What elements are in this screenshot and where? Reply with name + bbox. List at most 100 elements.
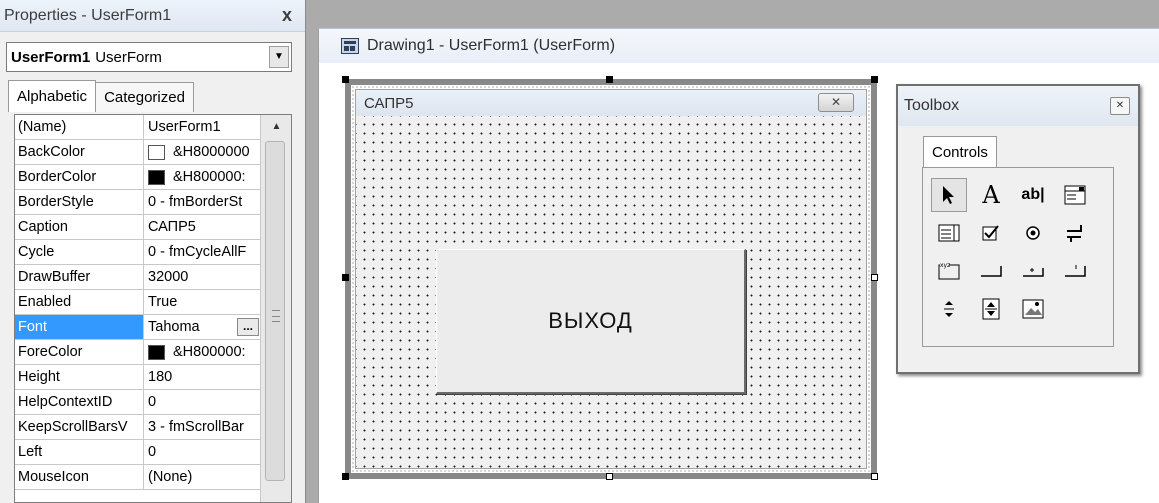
property-value-text: Tahoma — [148, 319, 200, 335]
property-row[interactable]: (Name) UserForm1 — [15, 115, 291, 140]
property-value[interactable]: Tahoma ... — [144, 315, 259, 339]
property-name: Height — [15, 365, 144, 389]
resize-handle[interactable] — [606, 473, 613, 480]
optionbutton-tool-icon[interactable] — [1015, 216, 1051, 250]
textbox-tool-icon[interactable]: ab| — [1015, 178, 1051, 212]
color-swatch-black — [148, 169, 165, 185]
frame-tool-icon[interactable]: xyz — [931, 254, 967, 288]
property-value[interactable]: &H800000: — [144, 340, 259, 364]
userform-canvas[interactable]: ВЫХОД — [356, 116, 866, 468]
tool-grid: A ab| xyz — [931, 178, 1099, 330]
property-row[interactable]: BorderStyle 0 - fmBorderSt — [15, 190, 291, 215]
tab-controls[interactable]: Controls — [923, 136, 997, 168]
label-tool-icon[interactable]: A — [973, 178, 1009, 212]
scroll-up-arrow-icon[interactable]: ▲ — [261, 115, 291, 139]
property-value[interactable]: 0 — [144, 390, 259, 414]
property-name: DrawBuffer — [15, 265, 144, 289]
property-row[interactable]: MouseIcon (None) — [15, 465, 291, 490]
property-name: MouseIcon — [15, 465, 144, 489]
resize-handle[interactable] — [606, 76, 613, 83]
resize-handle[interactable] — [342, 274, 349, 281]
toolbox-title: Toolbox — [904, 97, 960, 114]
font-ellipsis-button[interactable]: ... — [237, 318, 259, 336]
property-row[interactable]: HelpContextID 0 — [15, 390, 291, 415]
togglebutton-tool-icon[interactable] — [1057, 216, 1093, 250]
scrollbar-tool-icon[interactable] — [931, 292, 967, 326]
property-value[interactable]: &H8000000 — [144, 140, 259, 164]
property-row[interactable]: ForeColor &H800000: — [15, 340, 291, 365]
property-name: Caption — [15, 215, 144, 239]
property-value[interactable]: 0 — [144, 440, 259, 464]
object-type: UserForm — [95, 48, 162, 66]
select-objects-icon[interactable] — [931, 178, 967, 212]
property-name: Cycle — [15, 240, 144, 264]
property-row[interactable]: Height 180 — [15, 365, 291, 390]
property-value[interactable]: (None) — [144, 465, 259, 489]
property-name: KeepScrollBarsV — [15, 415, 144, 439]
property-value[interactable]: UserForm1 — [144, 115, 259, 139]
property-value-text: &H800000: — [173, 344, 246, 360]
property-value[interactable]: 32000 — [144, 265, 259, 289]
exit-command-button[interactable]: ВЫХОД — [436, 249, 746, 394]
property-row[interactable]: Enabled True — [15, 290, 291, 315]
property-row[interactable]: BorderColor &H800000: — [15, 165, 291, 190]
resize-handle[interactable] — [871, 274, 878, 281]
property-value-text: &H800000: — [173, 169, 246, 185]
svg-text:xyz: xyz — [940, 262, 950, 269]
property-value[interactable]: 0 - fmCycleAllF — [144, 240, 259, 264]
object-selector-combo[interactable]: UserForm1 UserForm ▼ — [6, 42, 292, 72]
resize-handle[interactable] — [342, 76, 349, 83]
property-name: Font — [15, 315, 144, 339]
properties-window: Properties - UserForm1 x UserForm1 UserF… — [0, 0, 306, 503]
toolbox-title-bar[interactable]: Toolbox ✕ — [898, 86, 1138, 126]
controls-panel: A ab| xyz — [922, 167, 1114, 347]
property-value[interactable]: &H800000: — [144, 165, 259, 189]
scrollbar-thumb[interactable] — [265, 141, 285, 481]
userform-title-bar[interactable]: САПР5 ✕ — [356, 90, 866, 116]
property-row[interactable]: KeepScrollBarsV 3 - fmScrollBar — [15, 415, 291, 440]
tabstrip-tool-icon[interactable] — [1015, 254, 1051, 288]
properties-close-button[interactable]: x — [276, 6, 298, 26]
property-row[interactable]: DrawBuffer 32000 — [15, 265, 291, 290]
property-name: Left — [15, 440, 144, 464]
property-row-selected[interactable]: Font Tahoma ... — [15, 315, 291, 340]
userform-icon — [341, 38, 359, 54]
tab-categorized[interactable]: Categorized — [95, 82, 194, 112]
combobox-tool-icon[interactable] — [1057, 178, 1093, 212]
property-name: BorderColor — [15, 165, 144, 189]
commandbutton-tool-icon[interactable] — [973, 254, 1009, 288]
property-row[interactable]: Left 0 — [15, 440, 291, 465]
grip-icon — [272, 310, 280, 322]
properties-tabs: Alphabetic Categorized — [8, 80, 194, 112]
toolbox-window: Toolbox ✕ Controls A ab| xyz — [896, 84, 1140, 374]
properties-title-bar[interactable]: Properties - UserForm1 x — [0, 0, 305, 32]
listbox-tool-icon[interactable] — [931, 216, 967, 250]
userform[interactable]: САПР5 ✕ ВЫХОД — [355, 89, 867, 469]
resize-handle[interactable] — [342, 473, 349, 480]
property-row[interactable]: Cycle 0 - fmCycleAllF — [15, 240, 291, 265]
property-row[interactable]: Caption САПР5 — [15, 215, 291, 240]
spinbutton-tool-icon[interactable] — [973, 292, 1009, 326]
multipage-tool-icon[interactable] — [1057, 254, 1093, 288]
label-tool-glyph: A — [982, 181, 1000, 209]
property-value[interactable]: САПР5 — [144, 215, 259, 239]
property-value[interactable]: 180 — [144, 365, 259, 389]
resize-handle[interactable] — [871, 473, 878, 480]
property-grid-scrollbar[interactable]: ▲ — [260, 115, 291, 502]
checkbox-tool-icon[interactable] — [973, 216, 1009, 250]
resize-handle[interactable] — [871, 76, 878, 83]
textbox-tool-glyph: ab| — [1021, 186, 1045, 203]
property-row[interactable]: BackColor &H8000000 — [15, 140, 291, 165]
property-value[interactable]: 3 - fmScrollBar — [144, 415, 259, 439]
property-value[interactable]: True — [144, 290, 259, 314]
designer-title-bar[interactable]: Drawing1 - UserForm1 (UserForm) — [319, 29, 1159, 63]
close-icon[interactable]: ✕ — [818, 93, 854, 112]
property-value-text: &H8000000 — [173, 144, 250, 160]
property-value[interactable]: 0 - fmBorderSt — [144, 190, 259, 214]
image-tool-icon[interactable] — [1015, 292, 1051, 326]
designer-title: Drawing1 - UserForm1 (UserForm) — [367, 37, 616, 54]
chevron-down-icon[interactable]: ▼ — [269, 46, 289, 68]
property-name: BackColor — [15, 140, 144, 164]
tab-alphabetic[interactable]: Alphabetic — [8, 80, 97, 112]
close-icon[interactable]: ✕ — [1110, 97, 1130, 115]
